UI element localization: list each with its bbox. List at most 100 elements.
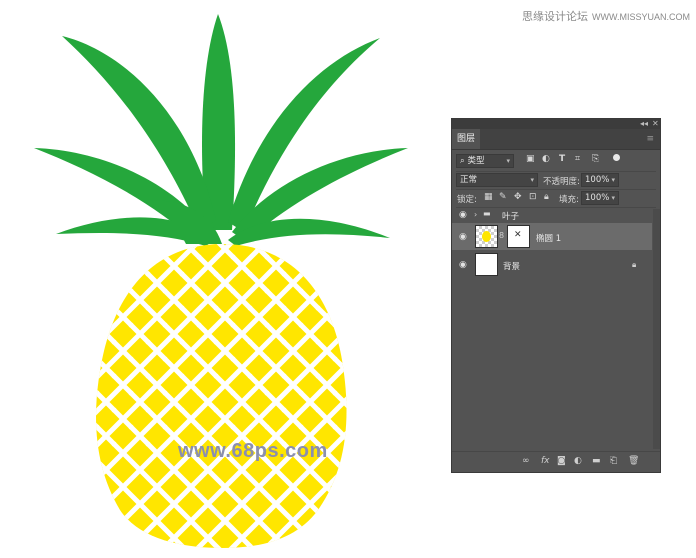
scrollbar[interactable] (653, 209, 660, 449)
fruit-dot (213, 373, 219, 379)
new-layer-icon[interactable]: ⎗ (610, 456, 617, 466)
fruit-dot (145, 271, 151, 277)
watermark-top: 思缘设计论坛 WWW.MISSYUAN.COM (522, 8, 690, 24)
fruit-dot (298, 254, 304, 260)
fruit-dot (162, 390, 168, 396)
fruit-dot (162, 424, 168, 430)
fruit-dot (247, 407, 253, 413)
fruit-dot (298, 356, 304, 362)
fruit-dot (281, 373, 287, 379)
chevron-right-icon[interactable]: › (474, 210, 477, 219)
fill-value: 100% (585, 193, 610, 203)
fruit-dot (96, 288, 100, 294)
watermark-center: www.68ps.com (178, 440, 328, 462)
shape-filter-icon[interactable]: ⌗ (575, 154, 580, 164)
fruit-dot (179, 305, 185, 311)
fruit-dot (128, 288, 134, 294)
collapse-icon[interactable]: ◂◂ (640, 119, 648, 129)
fruit-dot (179, 407, 185, 413)
tab-layers[interactable]: 图层 (452, 129, 480, 149)
layer-thumbnail (475, 253, 498, 276)
fruit-dot (349, 441, 354, 446)
fruit-dot (196, 288, 202, 294)
layer-name: 椭圆 1 (536, 234, 562, 244)
fruit-dot (281, 305, 287, 311)
trash-icon[interactable]: 🗑︎ (628, 456, 639, 466)
layer-row-background[interactable]: ◉ 背景 🔒︎ (452, 251, 652, 278)
smart-object-filter-icon[interactable]: ⎘ (592, 154, 599, 164)
fruit-dot (298, 322, 304, 328)
fill-input[interactable]: 100% ▾ (581, 191, 619, 205)
fx-icon[interactable]: fx (541, 456, 550, 466)
lock-move-icon[interactable]: ✥ (514, 192, 522, 202)
fruit-dot (111, 407, 117, 413)
fruit-dot (230, 254, 236, 260)
close-icon[interactable]: ✕ (652, 119, 659, 129)
blend-mode-value: 正常 (460, 175, 478, 185)
mask-thumbnail[interactable]: ✕ (507, 225, 530, 248)
fruit-dot (332, 322, 338, 328)
image-filter-icon[interactable]: ▣ (526, 154, 535, 164)
eye-icon[interactable]: ◉ (459, 210, 467, 220)
fruit-dot (349, 407, 354, 412)
link-icon[interactable]: ∞ (522, 456, 530, 466)
hamburger-icon[interactable]: ≡ (646, 135, 654, 144)
layer-row-group-leaves[interactable]: ◉ › ▬ 叶子 (452, 208, 652, 222)
fruit-dot (247, 373, 253, 379)
fruit-dot (162, 288, 168, 294)
fruit-dot (128, 424, 134, 430)
fruit-dot (281, 339, 287, 345)
fruit-dot (145, 305, 151, 311)
layer-row-ellipse[interactable]: ◉ 8 ✕ 椭圆 1 (452, 223, 652, 250)
lock-transparent-icon[interactable]: ▦ (484, 192, 493, 202)
fruit-dot (315, 407, 321, 413)
lattice-line (0, 240, 30, 558)
link-icon[interactable]: 8 (499, 231, 504, 240)
brush-cursor-icon: ✕ (514, 230, 522, 240)
folder-icon[interactable]: ▬ (592, 456, 601, 466)
fruit-dot (96, 424, 100, 430)
chevron-down-icon: ▾ (506, 157, 510, 165)
type-filter-icon[interactable]: T (559, 154, 565, 164)
fruit-dot (179, 271, 185, 277)
fruit-dot (196, 390, 202, 396)
layer-name: 叶子 (502, 212, 520, 222)
lock-all-icon[interactable]: 🔒︎ (544, 192, 549, 202)
lock-paint-icon[interactable]: ✎ (499, 192, 507, 202)
chevron-down-icon: ▾ (530, 176, 534, 184)
fruit-dot (298, 288, 304, 294)
lattice-line (0, 240, 94, 558)
filter-toggle[interactable] (613, 154, 620, 161)
lock-artboard-icon[interactable]: ⊡ (529, 192, 537, 202)
lattice-line (386, 240, 450, 558)
fruit-dot (315, 339, 321, 345)
kind-filter-label: 类型 (467, 156, 485, 166)
fruit-dot (264, 390, 270, 396)
fruit-dot (145, 373, 151, 379)
fruit-dot (349, 339, 354, 344)
mask-icon[interactable]: ◙ (557, 456, 566, 466)
fruit-dot (111, 441, 117, 447)
fruit-dot (349, 305, 354, 310)
eye-icon[interactable]: ◉ (459, 232, 467, 242)
blend-mode-dropdown[interactable]: 正常 ▾ (456, 173, 538, 187)
lock-label: 锁定: (457, 195, 477, 205)
eye-icon[interactable]: ◉ (459, 260, 467, 270)
kind-filter-dropdown[interactable]: ⌕ 类型 ▾ (456, 154, 514, 168)
opacity-input[interactable]: 100% ▾ (581, 173, 619, 187)
adjustment-icon[interactable]: ◐ (574, 456, 582, 466)
opacity-value: 100% (585, 175, 610, 185)
fruit-dot (264, 322, 270, 328)
lattice-line (96, 244, 100, 548)
fruit-dot (213, 271, 219, 277)
chevron-down-icon: ▾ (611, 176, 615, 184)
fruit-dot (196, 356, 202, 362)
lock-icon: 🔒︎ (632, 260, 637, 269)
fruit-dot (196, 322, 202, 328)
panel-bottom-bar: ∞ fx ◙ ◐ ▬ ⎗ 🗑︎ (452, 451, 660, 472)
fruit-dot (332, 356, 338, 362)
adjustment-filter-icon[interactable]: ◐ (542, 154, 550, 164)
fruit-dot (247, 305, 253, 311)
fruit-dot (332, 424, 338, 430)
fruit-dot (213, 305, 219, 311)
